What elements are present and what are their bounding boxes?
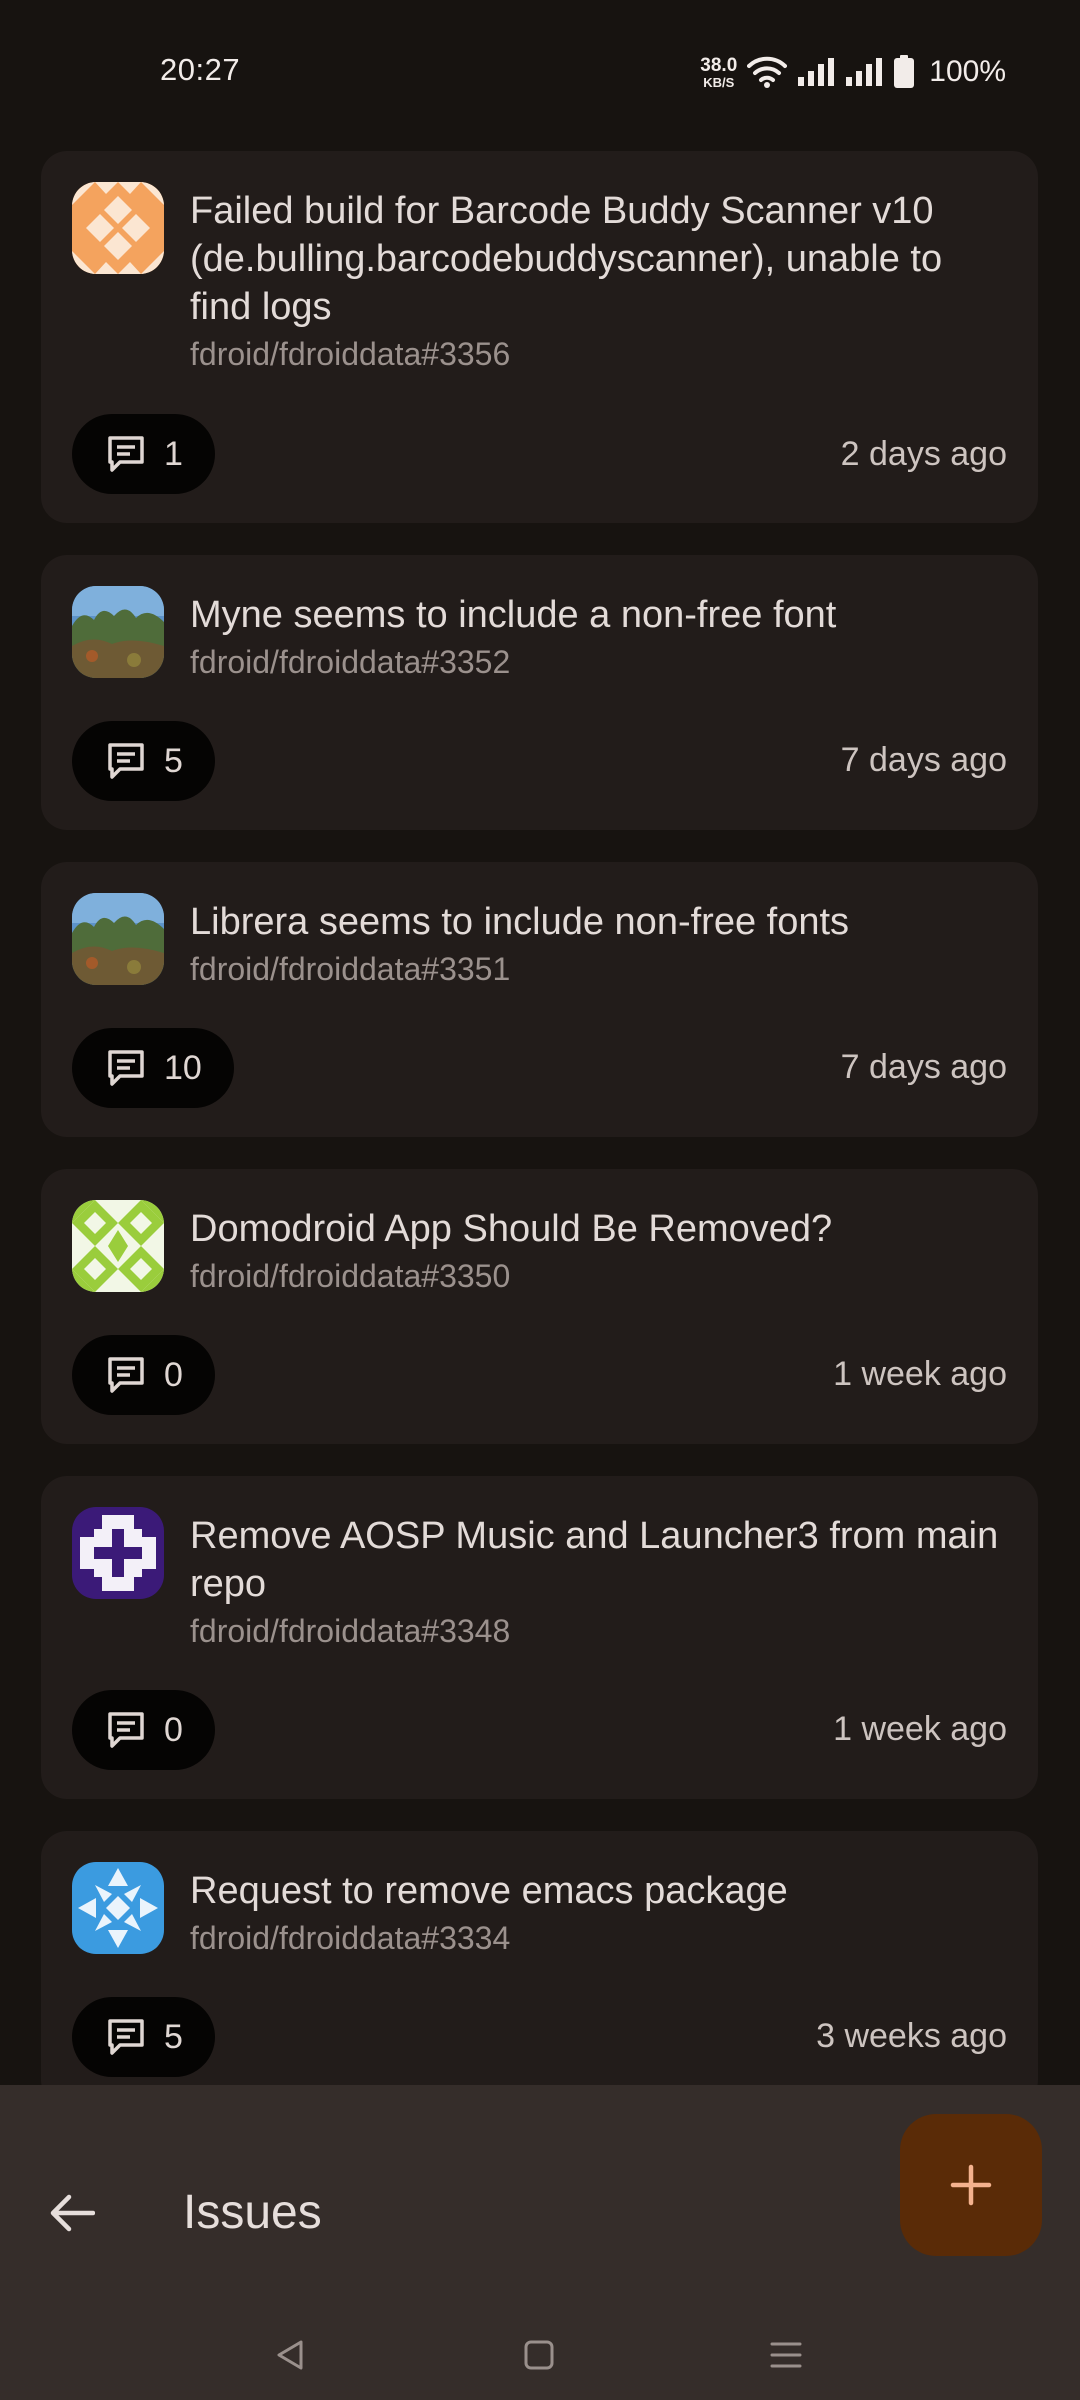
issue-time: 1 week ago bbox=[833, 1355, 1007, 1393]
comment-icon bbox=[108, 743, 144, 779]
issue-title: Domodroid App Should Be Removed? bbox=[190, 1208, 833, 1250]
comment-icon bbox=[108, 2019, 144, 2055]
issue-ref: fdroid/fdroiddata#3351 bbox=[190, 951, 511, 987]
comment-count-chip[interactable]: 5 bbox=[72, 721, 215, 801]
comment-icon bbox=[108, 1050, 144, 1086]
comment-count: 0 bbox=[164, 1710, 183, 1749]
nav-menu-button[interactable] bbox=[761, 2330, 811, 2380]
issue-time: 3 weeks ago bbox=[816, 2017, 1007, 2055]
forest-photo-avatar bbox=[72, 586, 164, 678]
issue-card[interactable]: Request to remove emacs package fdroid/f… bbox=[41, 1831, 1038, 2106]
issue-time: 7 days ago bbox=[840, 1048, 1007, 1086]
screen-title: Issues bbox=[183, 2186, 322, 2239]
issue-title: Librera seems to include non-free fonts bbox=[190, 901, 850, 943]
comment-count: 5 bbox=[164, 2017, 183, 2056]
issue-ref: fdroid/fdroiddata#3352 bbox=[190, 644, 511, 680]
issue-title: Myne seems to include a non-free font bbox=[190, 594, 837, 636]
issue-title-block: Remove AOSP Music and Launcher3 from mai… bbox=[190, 1512, 1010, 1652]
issue-title-block: Failed build for Barcode Buddy Scanner v… bbox=[190, 187, 1010, 375]
issue-title: Failed build for Barcode Buddy Scanner v… bbox=[190, 190, 943, 328]
square-home-icon bbox=[524, 2340, 554, 2370]
bottom-app-bar: Issues bbox=[0, 2085, 1080, 2400]
issue-time: 2 days ago bbox=[840, 435, 1007, 473]
triangle-back-icon bbox=[277, 2340, 303, 2370]
issue-title: Remove AOSP Music and Launcher3 from mai… bbox=[190, 1515, 999, 1605]
comment-count-chip[interactable]: 10 bbox=[72, 1028, 234, 1108]
nav-back-button[interactable] bbox=[265, 2330, 315, 2380]
menu-icon bbox=[770, 2342, 802, 2368]
issue-title-block: Request to remove emacs package fdroid/f… bbox=[190, 1867, 1010, 1959]
network-speed: 38.0 KB/S bbox=[700, 56, 737, 89]
issue-card[interactable]: Failed build for Barcode Buddy Scanner v… bbox=[41, 151, 1038, 523]
issue-time: 7 days ago bbox=[840, 741, 1007, 779]
forest-photo-avatar bbox=[72, 893, 164, 985]
signal-icon bbox=[798, 58, 835, 86]
battery-percent: 100% bbox=[929, 55, 1006, 88]
status-icons: 38.0 KB/S 100% bbox=[700, 50, 1006, 94]
comment-icon bbox=[108, 1357, 144, 1393]
issue-card[interactable]: Librera seems to include non-free fonts … bbox=[41, 862, 1038, 1137]
comment-count: 10 bbox=[164, 1048, 202, 1087]
nav-home-button[interactable] bbox=[514, 2330, 564, 2380]
network-speed-unit: KB/S bbox=[703, 74, 735, 90]
issue-ref: fdroid/fdroiddata#3350 bbox=[190, 1258, 511, 1294]
network-speed-value: 38.0 bbox=[700, 54, 738, 76]
comment-icon bbox=[108, 1712, 144, 1748]
purple-identicon-avatar bbox=[72, 1507, 164, 1599]
issue-ref: fdroid/fdroiddata#3356 bbox=[190, 336, 511, 372]
new-issue-button[interactable] bbox=[900, 2114, 1042, 2256]
comment-count: 0 bbox=[164, 1355, 183, 1394]
arrow-left-icon bbox=[50, 2194, 95, 2232]
battery-icon bbox=[894, 55, 915, 88]
green-identicon-avatar bbox=[72, 1200, 164, 1292]
comment-count: 5 bbox=[164, 741, 183, 780]
comment-count-chip[interactable]: 0 bbox=[72, 1335, 215, 1415]
issue-card[interactable]: Domodroid App Should Be Removed? fdroid/… bbox=[41, 1169, 1038, 1444]
comment-count: 1 bbox=[164, 434, 183, 473]
plus-icon bbox=[950, 2164, 992, 2206]
issue-card[interactable]: Remove AOSP Music and Launcher3 from mai… bbox=[41, 1476, 1038, 1799]
back-button[interactable] bbox=[36, 2177, 108, 2249]
issue-title-block: Librera seems to include non-free fonts … bbox=[190, 898, 1010, 990]
issue-time: 1 week ago bbox=[833, 1710, 1007, 1748]
comment-count-chip[interactable]: 1 bbox=[72, 414, 215, 494]
status-bar: 20:27 38.0 KB/S 100% bbox=[0, 0, 1080, 140]
system-navigation-bar bbox=[0, 2310, 1080, 2400]
wifi-icon bbox=[747, 56, 788, 88]
comment-icon bbox=[108, 436, 144, 472]
issue-ref: fdroid/fdroiddata#3334 bbox=[190, 1920, 511, 1956]
comment-count-chip[interactable]: 5 bbox=[72, 1997, 215, 2077]
issue-ref: fdroid/fdroiddata#3348 bbox=[190, 1613, 511, 1649]
status-time: 20:27 bbox=[160, 52, 241, 87]
issue-title-block: Myne seems to include a non-free font fd… bbox=[190, 591, 1010, 683]
issue-card[interactable]: Myne seems to include a non-free font fd… bbox=[41, 555, 1038, 830]
comment-count-chip[interactable]: 0 bbox=[72, 1690, 215, 1770]
signal-icon bbox=[846, 58, 883, 86]
blue-identicon-avatar bbox=[72, 1862, 164, 1954]
issue-title: Request to remove emacs package bbox=[190, 1870, 788, 1912]
issue-title-block: Domodroid App Should Be Removed? fdroid/… bbox=[190, 1205, 1010, 1297]
orange-identicon-avatar bbox=[72, 182, 164, 274]
